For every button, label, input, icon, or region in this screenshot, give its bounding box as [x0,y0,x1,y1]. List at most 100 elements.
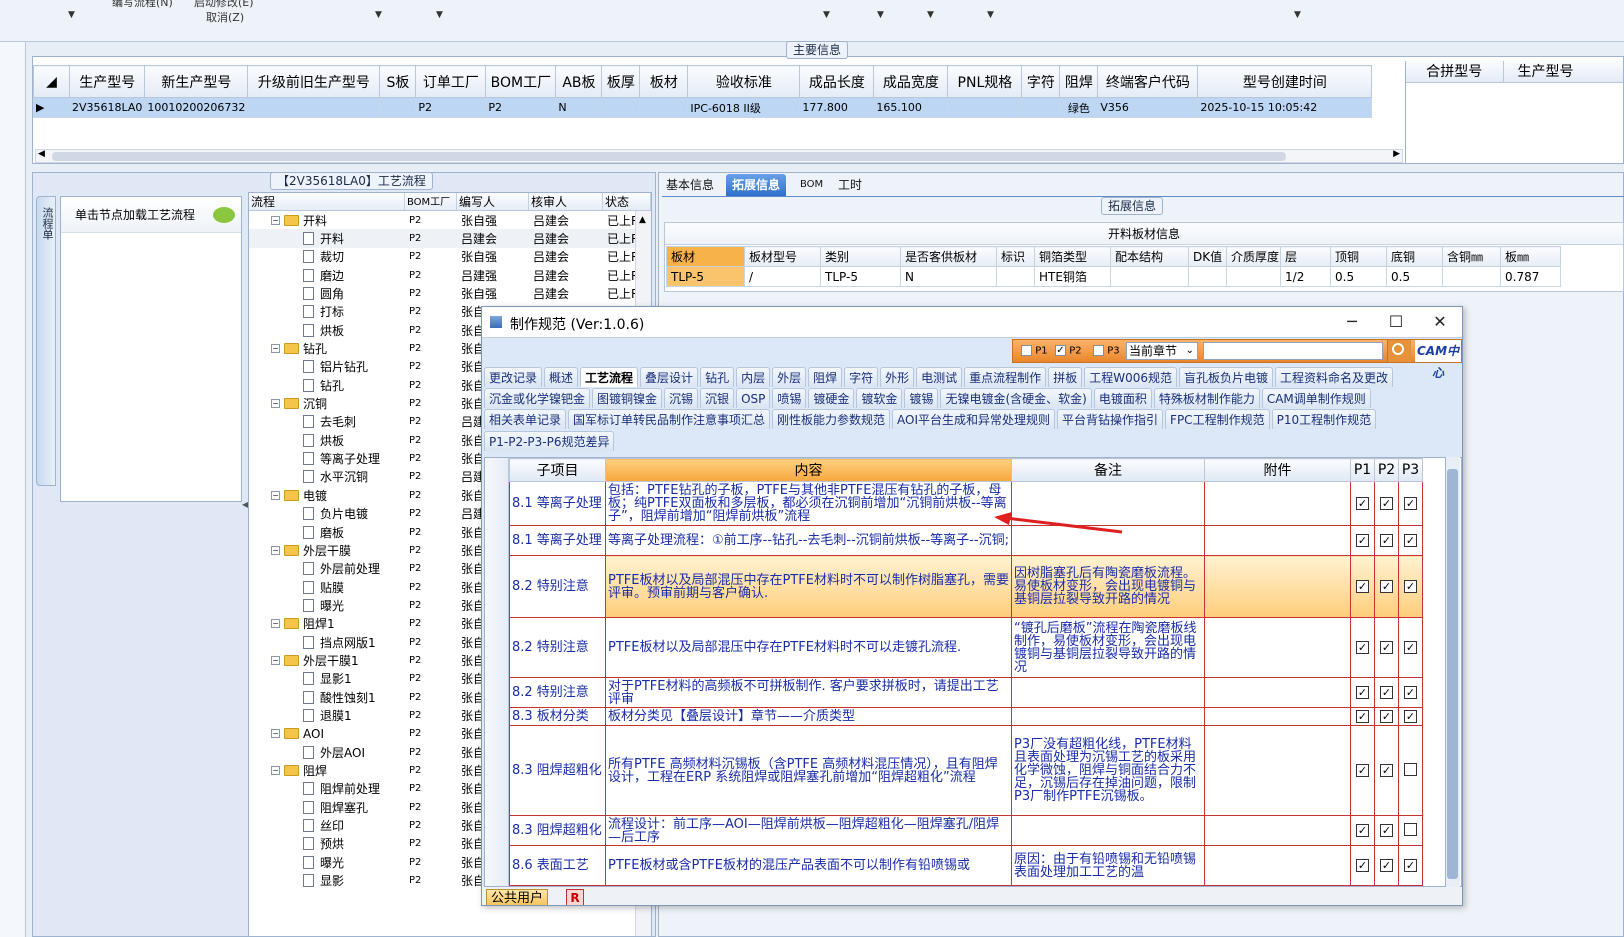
spec-tab[interactable]: 相关表单记录 [484,409,567,429]
spec-cell-p2[interactable]: ✓ [1374,725,1399,816]
tree-cell-bom[interactable]: P2 [405,838,457,849]
spec-cell-note[interactable]: P3厂没有超粗化线，PTFE材料且表面处理为沉锡工艺的板采用化学微蚀，阻焊与铜面… [1011,725,1205,816]
col-header[interactable]: 顶铜 [1330,246,1388,267]
p1-checkbox[interactable]: ✓ [1356,859,1369,872]
r-button[interactable]: R [566,889,584,905]
p1-checkbox[interactable] [1021,345,1032,356]
spec-tab[interactable]: 特殊板材制作能力 [1153,388,1260,408]
collapse-icon[interactable]: − [271,344,280,354]
tree-row[interactable]: 开料 P2 吕建会 吕建会 已上R [249,229,651,248]
tree-cell-bom[interactable]: P2 [405,728,457,739]
scroll-right-icon[interactable]: ▶ [1393,149,1400,159]
tree-node[interactable]: 丝印 [249,816,405,834]
spec-cell-p3[interactable]: ✓ [1398,555,1423,618]
col-header[interactable]: 含铜㎜ [1442,246,1502,267]
tree-cell-bom[interactable]: P2 [405,710,457,721]
tree-node[interactable]: − 电镀 [249,486,405,504]
spec-cell-p3[interactable]: ✓ [1398,677,1423,708]
spec-cell-attach[interactable] [1204,555,1351,618]
tree-node[interactable]: 等离子处理 [249,449,405,467]
tree-cell-writer[interactable]: 吕建强 [457,267,529,284]
spec-cell-p3[interactable] [1398,725,1423,816]
p3-checkbox[interactable]: ✓ [1404,641,1417,654]
spec-cell-attach[interactable] [1204,481,1351,526]
spec-tab[interactable]: 沉金或化学镍钯金 [484,388,591,408]
main-grid-hscrollbar[interactable]: ◀ ▶ [35,149,1403,163]
spec-cell-p1[interactable]: ✓ [1350,845,1375,886]
p2-checkbox[interactable]: ✓ [1380,641,1393,654]
menu-cancel[interactable]: 取消(Z) [206,9,244,25]
p3-checkbox[interactable]: ✓ [1404,580,1417,593]
p2-checkbox[interactable]: ✓ [1380,686,1393,699]
spec-cell-p1[interactable]: ✓ [1350,815,1375,846]
cell[interactable]: IPC-6018 II级 [687,97,801,118]
col-header[interactable]: 升级前旧生产型号 [247,65,381,98]
tree-cell-bom[interactable]: P2 [405,380,457,391]
col-header[interactable]: P3 [1398,458,1423,482]
spec-row[interactable]: 8.3 阻焊超粗化 流程设计：前工序—AOI—阻焊前烘板—阻焊超粗化—阻焊塞孔/阻… [509,815,1423,846]
tree-cell-bom[interactable]: P2 [405,270,457,281]
spec-tab[interactable]: 电镀面积 [1093,388,1152,408]
hscroll-thumb[interactable] [52,152,1286,161]
spec-cell-note[interactable] [1011,677,1205,708]
col-header[interactable]: 内容 [605,458,1012,482]
tree-node[interactable]: 曝光 [249,853,405,871]
spec-row[interactable]: 8.2 特别注意 PTFE板材以及局部混压中存在PTFE材料时不可以走镀孔流程. “… [509,617,1423,678]
tree-node[interactable]: 铝片钻孔 [249,358,405,376]
tree-cell-bom[interactable]: P2 [405,325,457,336]
spec-cell-content[interactable]: PTFE板材以及局部混压中存在PTFE材料时不可以制作树脂塞孔，需要评审。预审前… [605,555,1012,618]
dialog-titlebar[interactable]: 制作规范 (Ver:1.0.6) ─ ☐ ✕ [482,307,1462,338]
spec-tab[interactable]: AOI平台生成和异常处理规则 [892,409,1056,429]
col-header[interactable]: AB板 [555,65,603,98]
col-header[interactable]: PNL规格 [947,65,1023,98]
tree-row[interactable]: 圆角 P2 张自强 吕建会 已上R [249,284,651,302]
spec-tab[interactable]: 外层 [772,367,807,387]
tree-cell-bom[interactable]: P2 [405,251,457,262]
spec-tab[interactable]: 字符 [844,367,879,387]
spec-cell-p1[interactable]: ✓ [1350,617,1375,678]
spec-cell-attach[interactable] [1204,677,1351,708]
scroll-up-icon[interactable]: ▲ [636,215,646,225]
spec-cell-content[interactable]: 流程设计：前工序—AOI—阻焊前烘板—阻焊超粗化—阻焊塞孔/阻焊—后工序 [605,815,1012,846]
dropdown-caret-icon[interactable]: ▼ [877,10,884,20]
spec-tab[interactable]: 概述 [544,367,579,387]
spec-cell-p3[interactable]: ✓ [1398,617,1423,678]
menu-write-process[interactable]: 编写流程(N) [112,0,173,10]
tree-cell-bom[interactable]: P2 [405,875,457,886]
tree-cell-bom[interactable]: P2 [405,416,457,427]
spec-tab[interactable]: 镀软金 [856,388,903,408]
spec-tab[interactable]: 无镍电镀金(含硬金、软金) [940,388,1092,408]
spec-cell-p1[interactable]: ✓ [1350,707,1375,726]
spec-row[interactable]: 8.2 特别注意 PTFE板材以及局部混压中存在PTFE材料时不可以制作树脂塞孔，… [509,555,1423,618]
cell[interactable] [601,97,641,118]
tree-node[interactable]: 贴膜 [249,578,405,596]
col-header[interactable]: 字符 [1021,65,1061,98]
spec-tab[interactable]: FPC工程制作规范 [1165,409,1270,429]
collapse-icon[interactable]: − [271,765,280,775]
tree-cell-bom[interactable]: P2 [405,765,457,776]
cell[interactable] [1442,266,1502,287]
cell[interactable] [1110,266,1189,287]
collapse-icon[interactable]: − [271,655,280,665]
p2-checkbox[interactable]: ✓ [1380,534,1393,547]
tree-cell-bom[interactable]: P2 [405,527,457,538]
p2-checkbox[interactable]: ✓ [1055,345,1066,356]
col-header[interactable]: 成品宽度 [873,65,949,98]
tree-node[interactable]: − 阻焊1 [249,615,405,633]
tree-cell-bom[interactable]: P2 [405,398,457,409]
tree-cell-reviewer[interactable]: 吕建会 [529,285,603,302]
spec-tab[interactable]: 图镀铜镍金 [592,388,663,408]
tree-node[interactable]: 水平沉铜 [249,468,405,486]
col-header[interactable]: 是否客供板材 [900,246,997,267]
cell[interactable] [1225,266,1282,287]
col-header[interactable]: 编写人 [457,193,529,210]
p3-checkbox[interactable] [1404,762,1417,776]
tree-cell-reviewer[interactable]: 吕建会 [529,248,603,265]
tree-node[interactable]: 开料 [249,229,405,247]
cell[interactable]: 10010200206732 [144,97,249,118]
p1-checkbox[interactable]: ✓ [1356,641,1369,654]
spec-cell-item[interactable]: 8.2 特别注意 [509,555,606,618]
tree-node[interactable]: 挡点网版1 [249,633,405,651]
col-header[interactable]: BOM工厂 [405,193,457,210]
spec-cell-p3[interactable]: ✓ [1398,707,1423,726]
